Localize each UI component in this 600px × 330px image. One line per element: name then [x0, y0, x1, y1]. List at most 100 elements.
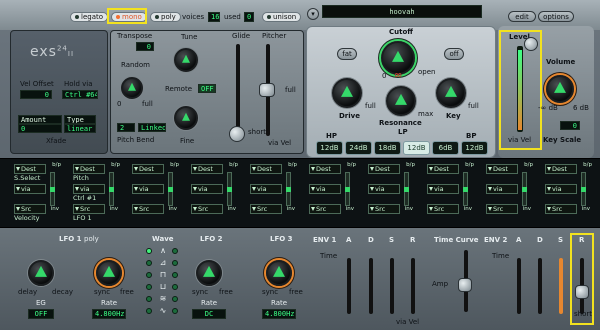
- mod-invert-toggle[interactable]: inv: [169, 206, 177, 212]
- xfade-type-field[interactable]: linear: [64, 124, 96, 133]
- fat-button[interactable]: fat: [337, 48, 357, 60]
- mod-via-menu[interactable]: via: [250, 184, 282, 194]
- hold-via-field[interactable]: Ctrl #64: [62, 90, 98, 99]
- mod-dest-menu[interactable]: Dest: [191, 164, 223, 174]
- key-knob[interactable]: [436, 78, 466, 108]
- options-button[interactable]: options: [538, 11, 574, 22]
- key-scale-field[interactable]: 0: [560, 121, 580, 130]
- mod-via-menu[interactable]: via: [14, 184, 46, 194]
- env1-r-slider[interactable]: [411, 258, 415, 314]
- mod-src-menu[interactable]: Src: [14, 204, 46, 214]
- random-knob[interactable]: [121, 77, 143, 99]
- mod-bypass-toggle[interactable]: b/p: [52, 162, 61, 168]
- mod-dest-menu[interactable]: Dest: [14, 164, 46, 174]
- mod-dest-menu[interactable]: Dest: [73, 164, 105, 174]
- mono-button[interactable]: mono: [111, 12, 147, 22]
- wave-led-3[interactable]: [146, 260, 152, 266]
- filter-slope-button-5[interactable]: 6dB: [432, 141, 459, 155]
- mod-src-menu[interactable]: Src: [309, 204, 341, 214]
- wave-led-5[interactable]: [146, 272, 152, 278]
- mod-amount-slider[interactable]: [109, 172, 114, 206]
- mod-bypass-toggle[interactable]: b/p: [229, 162, 238, 168]
- mod-dest-menu[interactable]: Dest: [427, 164, 459, 174]
- mod-amount-slider[interactable]: [286, 172, 291, 206]
- mod-invert-toggle[interactable]: inv: [464, 206, 472, 212]
- mod-bypass-toggle[interactable]: b/p: [465, 162, 474, 168]
- unison-button[interactable]: unison: [262, 12, 302, 22]
- env2-r-handle[interactable]: [575, 285, 589, 299]
- mod-bypass-toggle[interactable]: b/p: [347, 162, 356, 168]
- preset-display[interactable]: hoovah: [322, 5, 482, 18]
- lfo1-rate-knob[interactable]: [96, 260, 122, 286]
- lfo1-rate-field[interactable]: 4.800Hz: [92, 309, 126, 319]
- mod-src-menu[interactable]: Src: [545, 204, 577, 214]
- mod-dest-menu[interactable]: Dest: [368, 164, 400, 174]
- env1-s-slider[interactable]: [390, 258, 394, 314]
- pitch-bend-mode-field[interactable]: Linked: [138, 123, 166, 132]
- env1-a-slider[interactable]: [347, 258, 351, 314]
- mod-src-menu[interactable]: Src: [250, 204, 282, 214]
- mod-via-menu[interactable]: via: [368, 184, 400, 194]
- mod-invert-toggle[interactable]: inv: [346, 206, 354, 212]
- filter-link-icon[interactable]: ∞: [394, 70, 402, 81]
- lfo3-rate-knob[interactable]: [266, 260, 292, 286]
- remote-field[interactable]: OFF: [198, 84, 216, 93]
- wave-led-7[interactable]: [146, 284, 152, 290]
- mod-invert-toggle[interactable]: inv: [582, 206, 590, 212]
- edit-button[interactable]: edit: [508, 11, 536, 22]
- mod-amount-slider[interactable]: [227, 172, 232, 206]
- mod-dest-menu[interactable]: Dest: [309, 164, 341, 174]
- mod-amount-slider[interactable]: [345, 172, 350, 206]
- glide-slider-handle[interactable]: [229, 126, 245, 142]
- lfo3-rate-field[interactable]: 4.800Hz: [262, 309, 296, 319]
- mod-via-menu[interactable]: via: [427, 184, 459, 194]
- lfo1-eg-field[interactable]: OFF: [28, 309, 54, 319]
- mod-invert-toggle[interactable]: inv: [228, 206, 236, 212]
- mod-dest-menu[interactable]: Dest: [486, 164, 518, 174]
- mod-via-menu[interactable]: via: [309, 184, 341, 194]
- mod-via-menu[interactable]: via: [73, 184, 105, 194]
- mod-src-menu[interactable]: Src: [132, 204, 164, 214]
- mod-dest-menu[interactable]: Dest: [132, 164, 164, 174]
- mod-via-menu[interactable]: via: [132, 184, 164, 194]
- mod-via-menu[interactable]: via: [191, 184, 223, 194]
- mod-invert-toggle[interactable]: inv: [523, 206, 531, 212]
- preset-menu-arrow[interactable]: ▾: [307, 8, 319, 20]
- lfo1-eg-knob[interactable]: [28, 260, 54, 286]
- tune-knob[interactable]: [174, 48, 198, 72]
- mod-invert-toggle[interactable]: inv: [110, 206, 118, 212]
- wave-led-10[interactable]: [172, 296, 178, 302]
- filter-slope-button-4[interactable]: 12dB: [403, 141, 430, 155]
- mod-via-menu[interactable]: via: [486, 184, 518, 194]
- mod-bypass-toggle[interactable]: b/p: [288, 162, 297, 168]
- mod-bypass-toggle[interactable]: b/p: [111, 162, 120, 168]
- pitch-bend-up-field[interactable]: 2: [117, 123, 135, 132]
- mod-amount-slider[interactable]: [50, 172, 55, 206]
- resonance-knob[interactable]: [386, 86, 416, 116]
- lfo2-rate-field[interactable]: DC: [192, 309, 226, 319]
- mod-dest-menu[interactable]: Dest: [250, 164, 282, 174]
- env2-a-slider[interactable]: [517, 258, 521, 314]
- mod-src-menu[interactable]: Src: [191, 204, 223, 214]
- legato-button[interactable]: legato: [70, 12, 109, 22]
- mod-amount-slider[interactable]: [463, 172, 468, 206]
- mod-amount-slider[interactable]: [581, 172, 586, 206]
- wave-led-12[interactable]: [172, 308, 178, 314]
- wave-led-8[interactable]: [172, 284, 178, 290]
- drive-knob[interactable]: [332, 78, 362, 108]
- lfo2-rate-knob[interactable]: [196, 260, 222, 286]
- wave-led-6[interactable]: [172, 272, 178, 278]
- mod-dest-menu[interactable]: Dest: [545, 164, 577, 174]
- wave-led-4[interactable]: [172, 260, 178, 266]
- wave-led-11[interactable]: [146, 308, 152, 314]
- mod-amount-slider[interactable]: [404, 172, 409, 206]
- filter-off-button[interactable]: off: [444, 48, 464, 60]
- env1-d-slider[interactable]: [369, 258, 373, 314]
- mod-bypass-toggle[interactable]: b/p: [524, 162, 533, 168]
- poly-button[interactable]: poly: [150, 12, 181, 22]
- wave-led-1[interactable]: [146, 248, 152, 254]
- voices-value[interactable]: 16: [208, 12, 220, 22]
- filter-slope-button-1[interactable]: 12dB: [316, 141, 343, 155]
- xfade-amount-field[interactable]: 0: [18, 124, 62, 133]
- fine-knob[interactable]: [174, 106, 198, 130]
